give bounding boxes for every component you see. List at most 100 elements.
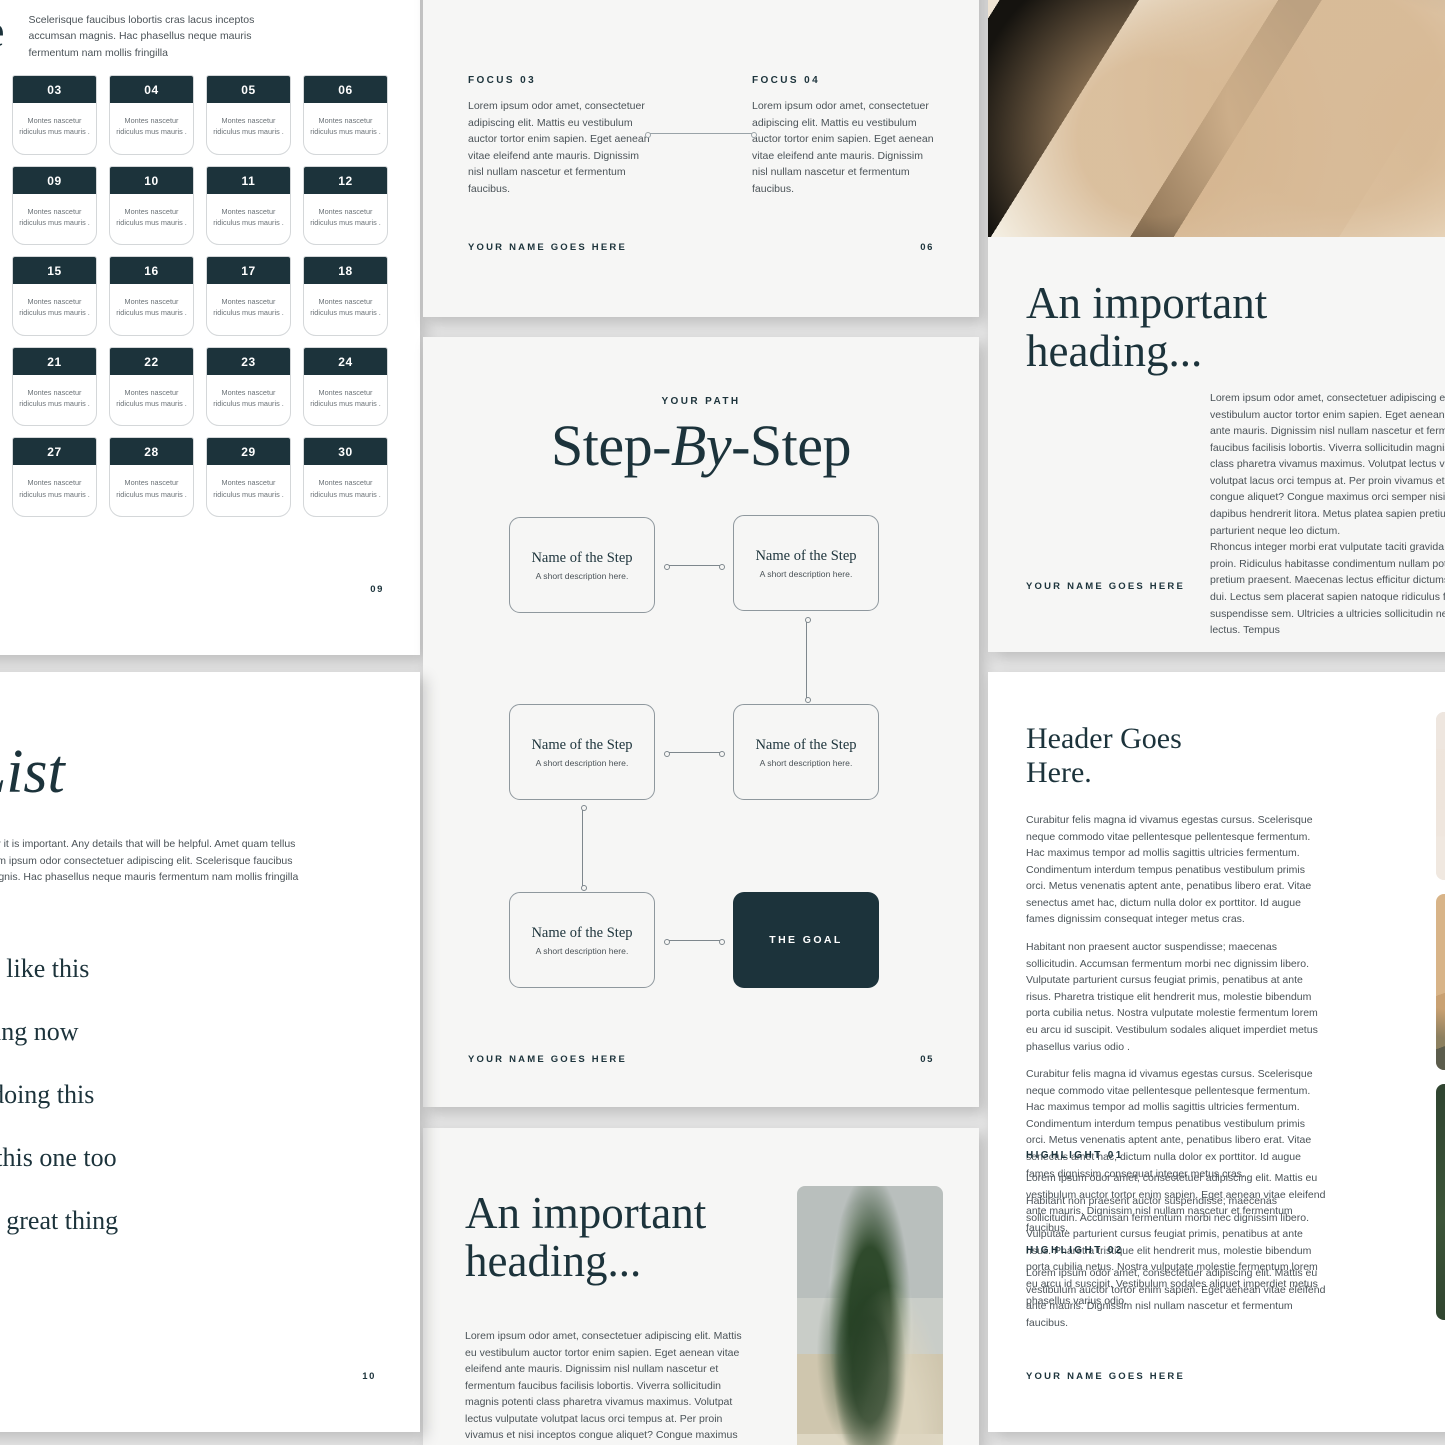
step-box-1[interactable]: Name of the Step A short description her… xyxy=(509,517,655,613)
grid-cell-text: Montes nascetur ridiculus mus mauris . xyxy=(116,387,187,409)
page-header-goes-here: Header Goes Here. Curabitur felis magna … xyxy=(988,672,1445,1432)
grid-cell-number: 18 xyxy=(304,257,387,285)
highlight-01-title: HIGHLIGHT 01 xyxy=(1026,1150,1124,1161)
grid-cell[interactable]: 16 Montes nascetur ridiculus mus mauris . xyxy=(109,256,194,336)
step-5-name: Name of the Step xyxy=(531,924,633,941)
grid-cell-number: 30 xyxy=(304,438,387,466)
grid-cell[interactable]: 18 Montes nascetur ridiculus mus mauris . xyxy=(303,256,388,336)
focus-04-title: FOCUS 04 xyxy=(752,75,821,86)
list-item[interactable]: Don't forget this one too xyxy=(0,1126,364,1189)
grid-cell[interactable]: 30 Montes nascetur ridiculus mus mauris . xyxy=(303,437,388,517)
grid-cell-text: Montes nascetur ridiculus mus mauris . xyxy=(310,387,381,409)
grid-cell[interactable]: 03 Montes nascetur ridiculus mus mauris . xyxy=(12,75,97,155)
list-item[interactable]: Do this thing xyxy=(0,1252,364,1315)
connector-2-4 xyxy=(804,617,811,703)
grid-cell-text: Montes nascetur ridiculus mus mauris . xyxy=(19,206,90,227)
step-1-desc: A short description here. xyxy=(535,570,629,581)
highlight-01-body: Lorem ipsum odor amet, consectetuer adip… xyxy=(1026,1172,1326,1234)
list-item[interactable]: Make this thing now xyxy=(0,1000,364,1063)
grid-cell[interactable]: 17 Montes nascetur ridiculus mus mauris . xyxy=(206,256,291,336)
focus-column-03: FOCUS 03 Lorem ipsum odor amet, consecte… xyxy=(468,75,650,197)
list-item-label: Make this thing now xyxy=(0,1016,79,1046)
list-item-label: Do this other great thing xyxy=(0,1205,119,1235)
grid-cell[interactable]: 22 Montes nascetur ridiculus mus mauris . xyxy=(109,346,194,427)
grid-cell[interactable]: 15 Montes nascetur ridiculus mus mauris . xyxy=(12,256,97,336)
page-footer: YOUR NAME GOES HERE 10 xyxy=(0,1371,376,1382)
goal-box[interactable]: THE GOAL xyxy=(733,892,879,988)
grid-cell-number: 12 xyxy=(304,166,387,194)
photo-strip xyxy=(1436,712,1445,1334)
grid-cell-number: 23 xyxy=(207,347,290,375)
grid-cell[interactable]: 24 Montes nascetur ridiculus mus mauris . xyxy=(303,346,388,427)
page-number: 10 xyxy=(362,1371,376,1382)
grid-cell-text: Montes nascetur ridiculus mus mauris . xyxy=(19,297,90,318)
step-box-4[interactable]: Name of the Step A short description her… xyxy=(733,704,879,800)
step-3-desc: A short description here. xyxy=(535,757,629,768)
list-item[interactable]: What about doing this xyxy=(0,1063,364,1126)
highlight-block-02: HIGHLIGHT 02 Lorem ipsum odor amet, cons… xyxy=(1026,1245,1326,1331)
grid-cell[interactable]: 12 Montes nascetur ridiculus mus mauris . xyxy=(303,165,388,246)
page-important-heading: An important heading... Lorem ipsum odor… xyxy=(423,1128,979,1445)
page-title: An important heading... xyxy=(465,1189,706,1285)
page-footer: YOUR NAME GOES HERE 05 xyxy=(468,1054,934,1065)
footer-name: YOUR NAME GOES HERE xyxy=(1026,581,1185,592)
grid-cell[interactable]: 29 Montes nascetur ridiculus mus mauris . xyxy=(206,437,291,517)
grid-cell-number: 22 xyxy=(110,347,193,375)
grid-cell[interactable]: 05 Montes nascetur ridiculus mus mauris . xyxy=(206,75,291,155)
step-box-5[interactable]: Name of the Step A short description her… xyxy=(509,892,655,988)
list-item-label: Do this thing like this xyxy=(0,953,90,983)
title-line-2: Here. xyxy=(1026,755,1092,789)
title-pre: Step- xyxy=(550,413,671,478)
grid-cell[interactable]: 04 Montes nascetur ridiculus mus mauris . xyxy=(109,75,194,155)
connector-3-5 xyxy=(580,805,587,891)
list-item[interactable]: Do this other great thing xyxy=(0,1189,364,1252)
focus-intro-text: easy-to-understand way. xyxy=(543,0,859,1)
page-footer: YOUR NAME GOES HERE 06 xyxy=(468,242,934,253)
connector-1-2 xyxy=(664,563,725,570)
grid-cell[interactable]: 28 Montes nascetur ridiculus mus mauris . xyxy=(109,437,194,517)
grid-cell[interactable]: 21 Montes nascetur ridiculus mus mauris . xyxy=(12,346,97,427)
page-number: 05 xyxy=(920,1054,934,1065)
grid-cell-number: 11 xyxy=(207,166,290,194)
title-line-2: heading... xyxy=(1026,325,1203,376)
highlight-block-01: HIGHLIGHT 01 Lorem ipsum odor amet, cons… xyxy=(1026,1150,1326,1236)
grid-cell[interactable]: 09 Montes nascetur ridiculus mus mauris . xyxy=(12,165,97,246)
connector-5-goal xyxy=(664,938,725,945)
step-eyebrow: YOUR PATH xyxy=(661,396,741,407)
grid-cell-number: 06 xyxy=(304,76,387,103)
grid-cell-number: 04 xyxy=(110,76,193,103)
grid-cell-number: 27 xyxy=(13,438,96,466)
page-number: 09 xyxy=(370,584,384,595)
grid-cell[interactable]: 27 Montes nascetur ridiculus mus mauris . xyxy=(12,437,97,517)
step-box-3[interactable]: Name of the Step A short description her… xyxy=(509,704,655,800)
list-item[interactable]: Do this thing like this xyxy=(0,937,364,1000)
grid-cell-text: Montes nascetur ridiculus mus mauris . xyxy=(213,387,284,409)
grid-cell[interactable]: 23 Montes nascetur ridiculus mus mauris . xyxy=(206,346,291,427)
footer-name: YOUR NAME GOES HERE xyxy=(1026,1371,1185,1382)
paragraph-2: Habitant non praesent auctor suspendisse… xyxy=(1026,941,1318,1053)
step-box-2[interactable]: Name of the Step A short description her… xyxy=(733,515,879,611)
grid-cell[interactable]: 06 Montes nascetur ridiculus mus mauris . xyxy=(303,75,388,155)
body-copy-block: Lorem ipsum odor amet, consectetuer adip… xyxy=(465,1328,745,1445)
title-line-1: An important xyxy=(1026,278,1268,328)
page-hero-heading: An important heading... Lorem ipsum odor… xyxy=(988,0,1445,652)
focus-04-body: Lorem ipsum odor amet, consectetuer adip… xyxy=(752,100,934,195)
grid-cell-number: 24 xyxy=(304,347,387,375)
connector-4-3 xyxy=(664,750,725,757)
grid-cell[interactable]: 10 Montes nascetur ridiculus mus mauris . xyxy=(109,165,194,246)
grid-cell-text: Montes nascetur ridiculus mus mauris . xyxy=(213,478,284,499)
focus-columns: FOCUS 03 Lorem ipsum odor amet, consecte… xyxy=(468,75,934,197)
grid-cell-text: Montes nascetur ridiculus mus mauris . xyxy=(310,297,381,318)
grid-cell-number: 10 xyxy=(110,166,193,194)
grid-header: Challenge Scelerisque faucibus lobortis … xyxy=(0,8,384,61)
woman-with-laptop-photo xyxy=(1436,712,1445,880)
step-4-name: Name of the Step xyxy=(755,736,857,753)
paragraph-1: Lorem ipsum odor amet, consectetuer adip… xyxy=(1210,392,1445,537)
page-title: An important heading... xyxy=(1026,278,1268,376)
highlight-02-title: HIGHLIGHT 02 xyxy=(1026,1245,1124,1256)
grid-cell-text: Montes nascetur ridiculus mus mauris . xyxy=(19,387,90,409)
grid-cell-number: 03 xyxy=(13,76,96,103)
paragraph-1: Lorem ipsum odor amet, consectetuer adip… xyxy=(465,1330,742,1442)
journals-letters-flatlay-photo xyxy=(988,0,1445,237)
grid-cell[interactable]: 11 Montes nascetur ridiculus mus mauris . xyxy=(206,165,291,246)
